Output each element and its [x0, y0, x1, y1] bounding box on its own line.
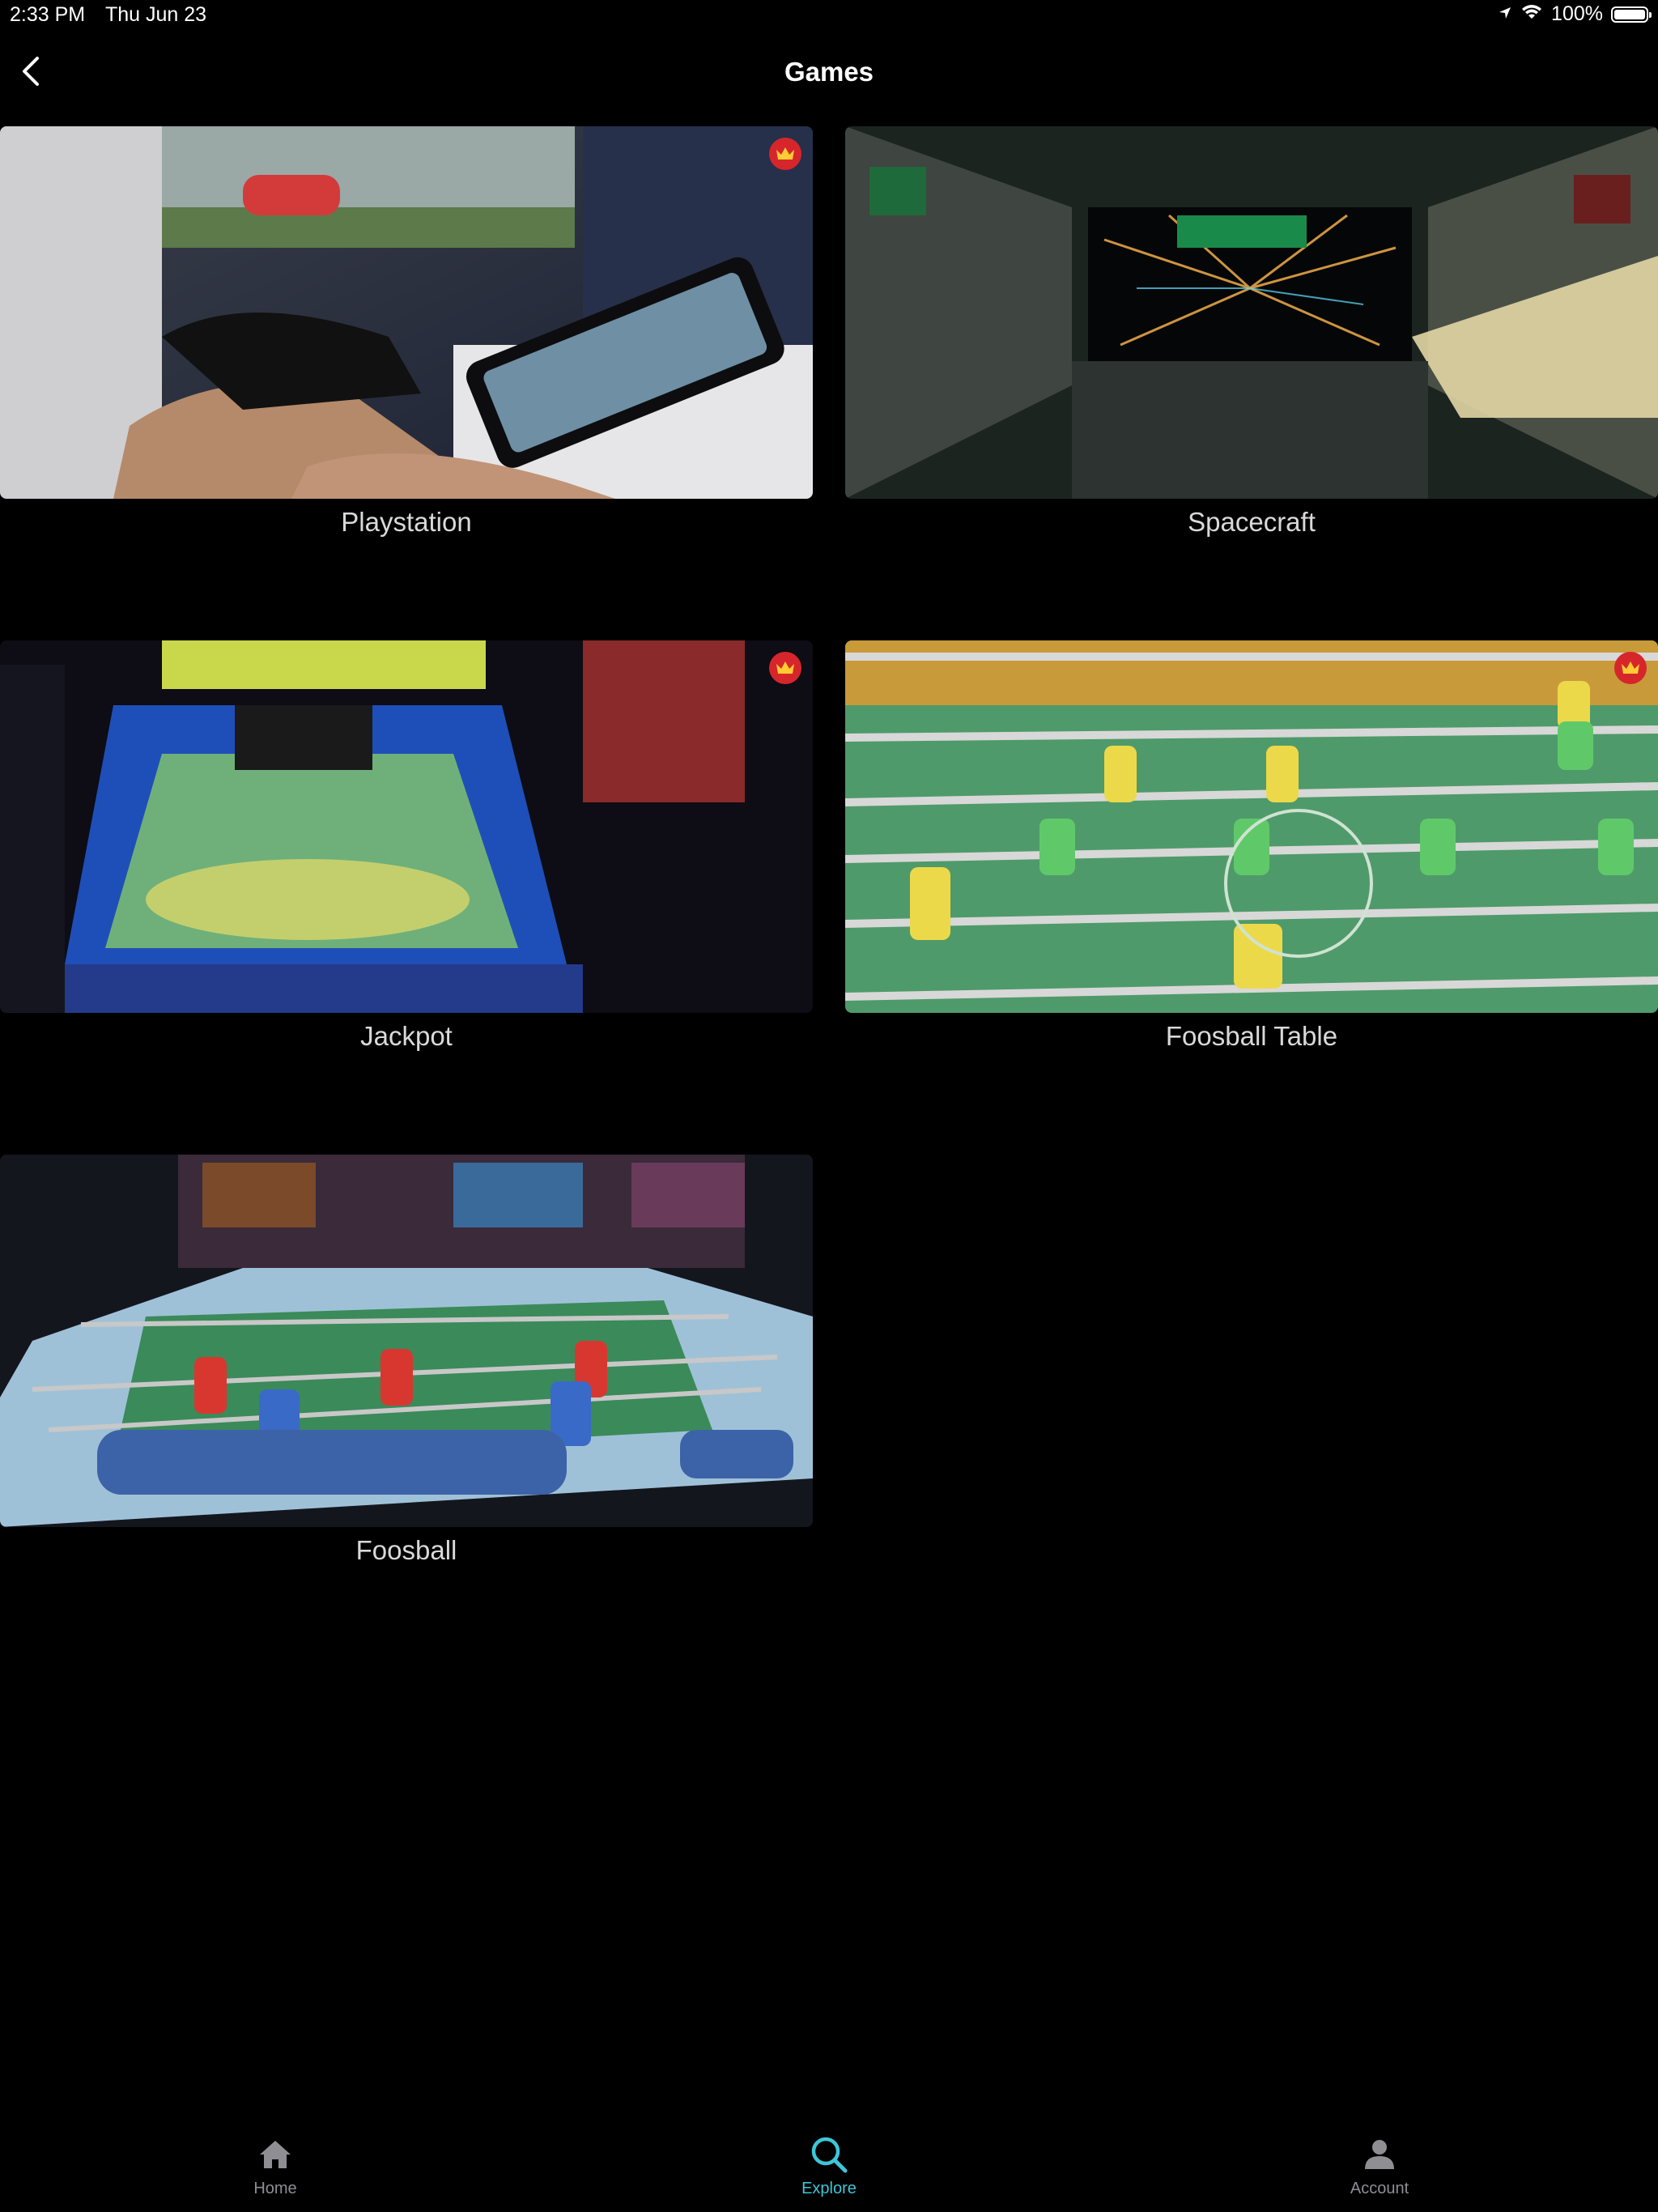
tab-explore[interactable]: Explore — [748, 2123, 910, 2212]
status-time: 2:33 PM — [10, 3, 86, 26]
search-icon — [810, 2134, 848, 2175]
game-thumbnail[interactable] — [845, 126, 1658, 499]
premium-crown-icon — [769, 652, 801, 684]
game-thumbnail[interactable] — [845, 640, 1658, 1013]
game-card-foosball-table[interactable]: Foosball Table — [845, 640, 1658, 1052]
game-card-playstation[interactable]: Playstation — [0, 126, 813, 538]
battery-percent: 100% — [1551, 2, 1603, 25]
tab-label: Account — [1350, 2180, 1409, 2197]
game-label: Foosball — [355, 1535, 457, 1565]
premium-crown-icon — [1614, 652, 1647, 684]
game-label: Foosball Table — [1165, 1021, 1338, 1051]
status-bar: 2:33 PM Thu Jun 23 100% — [0, 0, 1658, 32]
game-label: Spacecraft — [1188, 507, 1316, 537]
game-thumbnail[interactable] — [0, 1155, 813, 1527]
location-icon — [1498, 2, 1512, 26]
game-thumbnail[interactable] — [0, 126, 813, 499]
game-card-spacecraft[interactable]: Spacecraft — [845, 126, 1658, 538]
status-indicators: 100% — [1498, 2, 1652, 26]
status-date: Thu Jun 23 — [105, 3, 207, 26]
game-thumbnail[interactable] — [0, 640, 813, 1013]
game-card-foosball[interactable]: Foosball — [0, 1155, 813, 1566]
battery-icon — [1611, 6, 1652, 23]
game-card-jackpot[interactable]: Jackpot — [0, 640, 813, 1052]
tab-home[interactable]: Home — [194, 2123, 356, 2212]
page-title: Games — [784, 57, 874, 87]
person-icon — [1363, 2134, 1396, 2175]
premium-crown-icon — [769, 138, 801, 170]
tab-label: Explore — [801, 2180, 857, 2197]
tab-account[interactable]: Account — [1299, 2123, 1460, 2212]
tab-bar: Home Explore Account — [0, 2123, 1658, 2212]
wifi-icon — [1520, 2, 1543, 26]
home-icon — [258, 2134, 292, 2175]
tab-label: Home — [253, 2180, 297, 2197]
game-label: Jackpot — [360, 1021, 453, 1051]
navigation-bar: Games — [0, 40, 1658, 105]
game-label: Playstation — [341, 507, 472, 537]
